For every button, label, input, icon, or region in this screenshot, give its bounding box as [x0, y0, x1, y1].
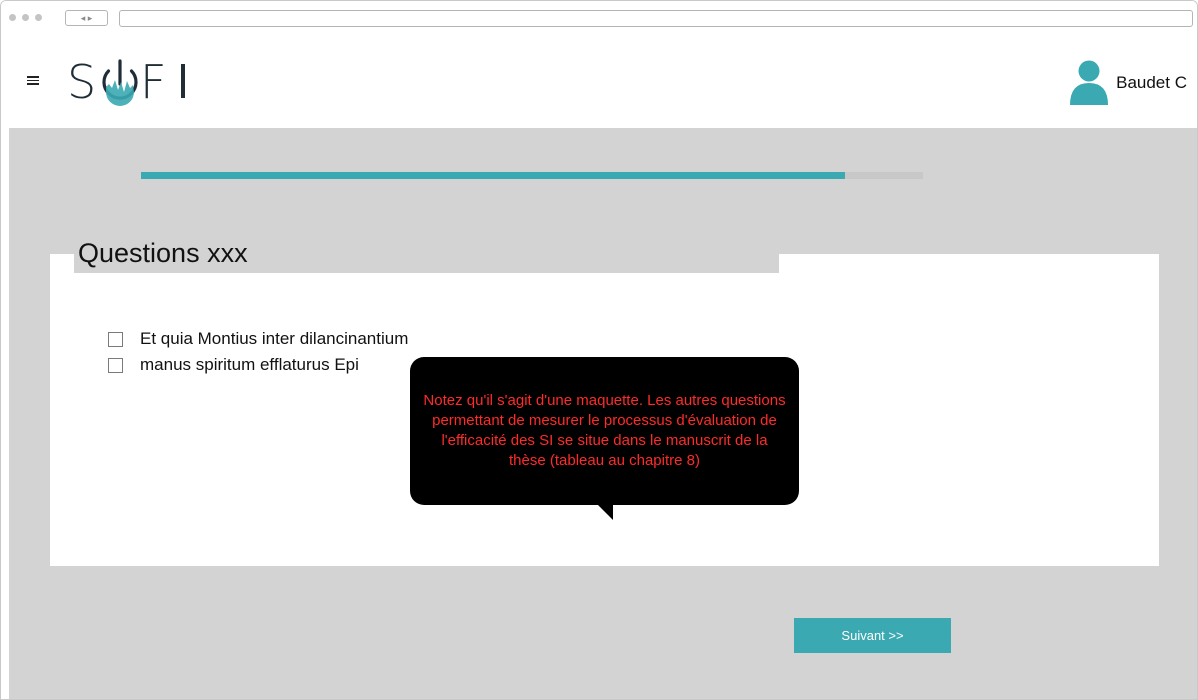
tooltip-text: Notez qu'il s'agit d'une maquette. Les a… [423, 392, 786, 469]
app-header: S F Baudet C [9, 38, 1197, 128]
user-avatar-icon[interactable] [1069, 60, 1109, 106]
power-icon [102, 59, 138, 106]
option-list: Et quia Montius inter dilancinantium man… [108, 326, 408, 378]
user-name: Baudet C [1116, 73, 1187, 92]
tooltip-tail [597, 504, 613, 520]
card-title: Questions xxx [78, 238, 248, 268]
window-maximize-dot[interactable] [35, 14, 42, 21]
mockup-notice-tooltip: Notez qu'il s'agit d'une maquette. Les a… [410, 357, 799, 520]
window-minimize-dot[interactable] [22, 14, 29, 21]
progress-bar-fill [141, 172, 845, 179]
option-item[interactable]: Et quia Montius inter dilancinantium [108, 326, 408, 352]
user-menu[interactable]: Baudet C [1069, 60, 1187, 106]
svg-text:S: S [67, 55, 96, 109]
next-button[interactable]: Suivant >> [794, 618, 951, 653]
hamburger-icon[interactable] [27, 76, 39, 85]
progress-bar [141, 172, 923, 179]
option-label: manus spiritum efflaturus Epi [140, 355, 359, 374]
window-close-dot[interactable] [9, 14, 16, 21]
browser-window: ◂ ▸ S F Baudet C Questions xxx Et quia M… [0, 0, 1198, 700]
option-item[interactable]: manus spiritum efflaturus Epi [108, 352, 408, 378]
browser-toolbar: ◂ ▸ [1, 1, 1197, 37]
option-checkbox[interactable] [108, 357, 123, 373]
option-label: Et quia Montius inter dilancinantium [140, 329, 409, 348]
browser-nav-arrows[interactable]: ◂ ▸ [65, 10, 108, 26]
sofi-logo: S F [65, 54, 205, 110]
option-checkbox[interactable] [108, 331, 123, 347]
svg-text:F: F [140, 55, 166, 109]
address-bar[interactable] [119, 10, 1193, 27]
